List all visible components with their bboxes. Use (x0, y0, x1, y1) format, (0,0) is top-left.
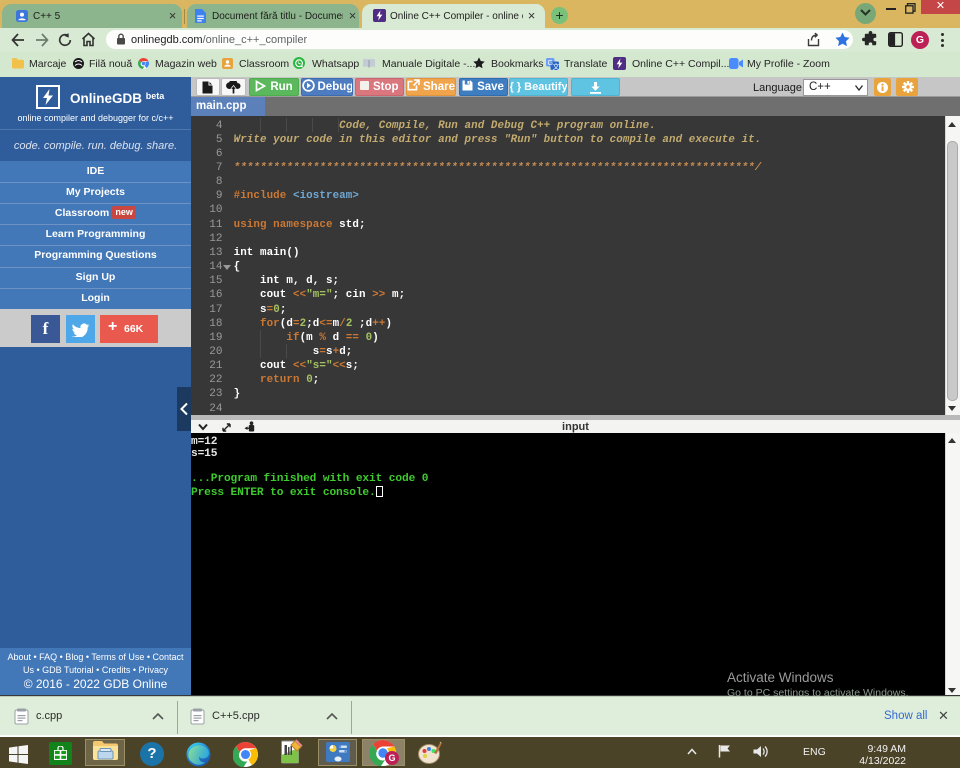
svg-text:文: 文 (553, 62, 560, 70)
